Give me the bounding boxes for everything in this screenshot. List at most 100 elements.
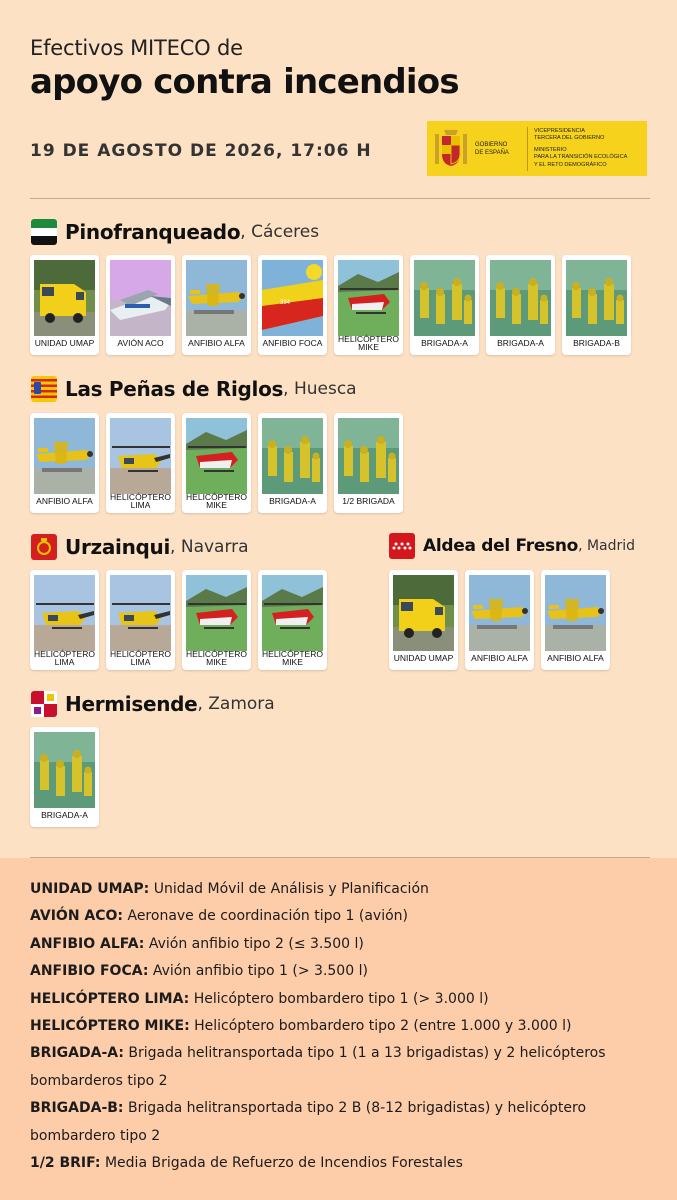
- ministry-name: VICEPRESIDENCIA TERCERA DEL GOBIERNO MIN…: [534, 128, 627, 169]
- resource-label: HELICÓPTERO MIKE: [186, 492, 247, 510]
- resource-label: ANFIBIO ALFA: [36, 496, 93, 506]
- gov-line: GOBIERNO: [475, 141, 508, 148]
- resource-card-lima: HELICÓPTERO LIMA: [30, 570, 99, 670]
- legend-item: BRIGADA-A: Brigada helitransportada tipo…: [30, 1045, 606, 1089]
- brigada-photo: [490, 260, 551, 336]
- resource-card-brigada: BRIGADA-A: [258, 413, 327, 513]
- castilla-leon-flag-icon: [31, 691, 57, 717]
- resource-label: ANFIBIO ALFA: [471, 653, 528, 663]
- gobierno-espana-logo: GOBIERNO DE ESPAÑA VICEPRESIDENCIA TERCE…: [427, 121, 647, 176]
- resource-label: HELICÓPTERO MIKE: [186, 649, 247, 667]
- location-las-penas-de-riglos: Las Peñas de Riglos , Huesca: [31, 376, 357, 402]
- lima-photo: [110, 575, 171, 651]
- resource-label: HELICÓPTERO MIKE: [262, 649, 323, 667]
- resource-label: UNIDAD UMAP: [393, 653, 454, 663]
- legend-item: HELICÓPTERO LIMA: Helicóptero bombardero…: [30, 990, 489, 1007]
- resource-list: UNIDAD UMAP AVIÓN ACO ANFIBIO ALFA 334 ANFIB…: [30, 255, 631, 355]
- mike-photo: [262, 575, 323, 651]
- resource-card-mike: HELICÓPTERO MIKE: [182, 413, 251, 513]
- ministry-line: VICEPRESIDENCIA: [534, 127, 585, 134]
- gov-line: DE ESPAÑA: [475, 149, 509, 156]
- lima-photo: [110, 418, 171, 494]
- resource-label: HELICÓPTERO MIKE: [338, 334, 399, 352]
- legend-item: HELICÓPTERO MIKE: Helicóptero bombardero…: [30, 1018, 572, 1035]
- brigada-photo: [566, 260, 627, 336]
- resource-card-lima: HELICÓPTERO LIMA: [106, 570, 175, 670]
- location-name: Urzainqui: [65, 535, 171, 559]
- location-province: , Navarra: [170, 537, 249, 557]
- brigada-photo: [262, 418, 323, 494]
- header: Efectivos MITECO de apoyo contra incendi…: [30, 36, 460, 102]
- resource-card-truck: UNIDAD UMAP: [389, 570, 458, 670]
- page-subtitle: Efectivos MITECO de: [30, 36, 243, 60]
- resource-card-alfa: ANFIBIO ALFA: [182, 255, 251, 355]
- legend-item: 1/2 BRIF: Media Brigada de Refuerzo de I…: [30, 1155, 463, 1172]
- location-name: Pinofranqueado: [65, 220, 241, 244]
- ministry-line: Y EL RETO DEMOGRÁFICO: [534, 161, 607, 168]
- resource-card-brigada: BRIGADA-A: [486, 255, 555, 355]
- location-province: , Huesca: [283, 379, 357, 399]
- svg-text:334: 334: [280, 300, 291, 306]
- resource-card-alfa: ANFIBIO ALFA: [465, 570, 534, 670]
- resource-list: UNIDAD UMAP ANFIBIO ALFA ANFIBIO ALFA: [389, 570, 610, 670]
- resource-card-brigada: 1/2 BRIGADA: [334, 413, 403, 513]
- resource-card-foca: 334 ANFIBIO FOCA: [258, 255, 327, 355]
- ministry-line: TERCERA DEL GOBIERNO: [534, 135, 605, 142]
- resource-card-mike: HELICÓPTERO MIKE: [258, 570, 327, 670]
- brigada-photo: [338, 418, 399, 494]
- location-pinofranqueado: Pinofranqueado , Cáceres: [31, 219, 319, 245]
- resource-label: BRIGADA-B: [573, 338, 620, 348]
- truck-photo: [393, 575, 454, 651]
- location-province: , Madrid: [578, 538, 636, 554]
- legend-item: ANFIBIO ALFA: Avión anfibio tipo 2 (≤ 3.…: [30, 935, 364, 952]
- alfa-photo: [186, 260, 247, 336]
- legend: UNIDAD UMAP: Unidad Móvil de Análisis y …: [30, 876, 655, 1177]
- ministry-line: PARA LA TRANSICIÓN ECOLÓGICA: [534, 154, 628, 161]
- resource-label: BRIGADA-A: [497, 338, 544, 348]
- foca-photo: 334: [262, 260, 323, 336]
- resource-card-aco: AVIÓN ACO: [106, 255, 175, 355]
- resource-list: HELICÓPTERO LIMA HELICÓPTERO LIMA HELICÓPT…: [30, 570, 327, 670]
- location-name: Aldea del Fresno: [423, 536, 579, 556]
- page-title: apoyo contra incendios: [30, 62, 460, 102]
- mike-photo: [186, 575, 247, 651]
- aco-photo: [110, 260, 171, 336]
- resource-card-brigada: BRIGADA-B: [562, 255, 631, 355]
- resource-card-alfa: ANFIBIO ALFA: [30, 413, 99, 513]
- lima-photo: [34, 575, 95, 651]
- resource-label: BRIGADA-A: [41, 810, 88, 820]
- resource-label: AVIÓN ACO: [117, 338, 164, 348]
- resource-card-truck: UNIDAD UMAP: [30, 255, 99, 355]
- alfa-photo: [34, 418, 95, 494]
- brigada-photo: [414, 260, 475, 336]
- resource-card-brigada: BRIGADA-A: [410, 255, 479, 355]
- logo-divider: [527, 126, 528, 171]
- resource-card-mike: HELICÓPTERO MIKE: [334, 255, 403, 355]
- resource-label: ANFIBIO ALFA: [547, 653, 604, 663]
- divider: [30, 198, 650, 199]
- resource-card-lima: HELICÓPTERO LIMA: [106, 413, 175, 513]
- extremadura-flag-icon: [31, 219, 57, 245]
- resource-label: HELICÓPTERO LIMA: [110, 649, 171, 667]
- alfa-photo: [469, 575, 530, 651]
- alfa-photo: [545, 575, 606, 651]
- coat-of-arms-icon: [433, 128, 469, 170]
- madrid-flag-icon: [389, 533, 415, 559]
- legend-item: BRIGADA-B: Brigada helitransportada tipo…: [30, 1100, 587, 1144]
- resource-label: BRIGADA-A: [421, 338, 468, 348]
- location-province: , Zamora: [197, 694, 275, 714]
- resource-list: BRIGADA-A: [30, 727, 99, 827]
- legend-item: ANFIBIO FOCA: Avión anfibio tipo 1 (> 3.…: [30, 963, 368, 980]
- resource-card-alfa: ANFIBIO ALFA: [541, 570, 610, 670]
- legend-item: UNIDAD UMAP: Unidad Móvil de Análisis y …: [30, 881, 429, 897]
- legend-item: AVIÓN ACO: Aeronave de coordinación tipo…: [30, 908, 408, 925]
- resource-label: BRIGADA-A: [269, 496, 316, 506]
- gobierno-name: GOBIERNO DE ESPAÑA: [475, 141, 523, 157]
- location-urzainqui: Urzainqui , Navarra: [31, 534, 249, 560]
- date-label: 19 DE AGOSTO DE 2026, 17:06 H: [30, 141, 372, 161]
- mike-photo: [186, 418, 247, 494]
- resource-label: HELICÓPTERO LIMA: [34, 649, 95, 667]
- location-aldea-del-fresno: Aldea del Fresno , Madrid: [389, 533, 635, 559]
- location-province: , Cáceres: [240, 222, 320, 242]
- resource-list: ANFIBIO ALFA HELICÓPTERO LIMA HELICÓPTERO …: [30, 413, 403, 513]
